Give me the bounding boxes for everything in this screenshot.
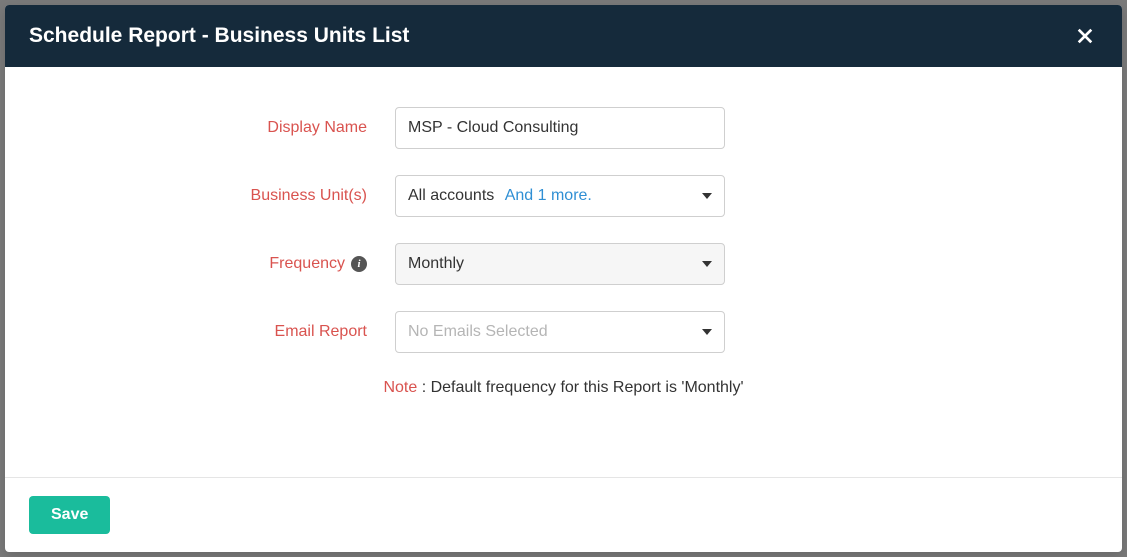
label-business-units: Business Unit(s)	[25, 187, 395, 205]
schedule-report-modal: Schedule Report - Business Units List Di…	[5, 5, 1122, 552]
label-frequency-text: Frequency	[269, 255, 345, 273]
close-icon	[1076, 27, 1094, 45]
caret-down-icon	[702, 329, 712, 335]
label-email-report-text: Email Report	[275, 323, 367, 341]
note-row: Note : Default frequency for this Report…	[25, 379, 1102, 397]
row-email-report: Email Report No Emails Selected	[25, 311, 1102, 353]
modal-footer: Save	[5, 477, 1122, 552]
business-units-select[interactable]: All accounts And 1 more.	[395, 175, 725, 217]
save-button[interactable]: Save	[29, 496, 110, 534]
caret-down-icon	[702, 261, 712, 267]
row-business-units: Business Unit(s) All accounts And 1 more…	[25, 175, 1102, 217]
caret-down-icon	[702, 193, 712, 199]
business-units-extra: And 1 more.	[505, 187, 592, 204]
label-frequency: Frequency i	[25, 255, 395, 273]
email-report-select[interactable]: No Emails Selected	[395, 311, 725, 353]
label-email-report: Email Report	[25, 323, 395, 341]
display-name-input[interactable]	[395, 107, 725, 149]
modal-header: Schedule Report - Business Units List	[5, 5, 1122, 67]
note-text: : Default frequency for this Report is '…	[417, 379, 743, 396]
business-units-selected: All accounts	[408, 187, 494, 204]
info-icon[interactable]: i	[351, 256, 367, 272]
row-frequency: Frequency i Monthly	[25, 243, 1102, 285]
label-business-units-text: Business Unit(s)	[251, 187, 367, 205]
close-button[interactable]	[1072, 23, 1098, 49]
note-label: Note	[383, 379, 417, 396]
frequency-select[interactable]: Monthly	[395, 243, 725, 285]
modal-body: Display Name Business Unit(s) All accoun…	[5, 67, 1122, 477]
row-display-name: Display Name	[25, 107, 1102, 149]
frequency-selected: Monthly	[408, 255, 464, 273]
label-display-name: Display Name	[25, 119, 395, 137]
email-report-placeholder: No Emails Selected	[408, 323, 548, 341]
label-display-name-text: Display Name	[267, 119, 367, 137]
modal-title: Schedule Report - Business Units List	[29, 24, 409, 48]
